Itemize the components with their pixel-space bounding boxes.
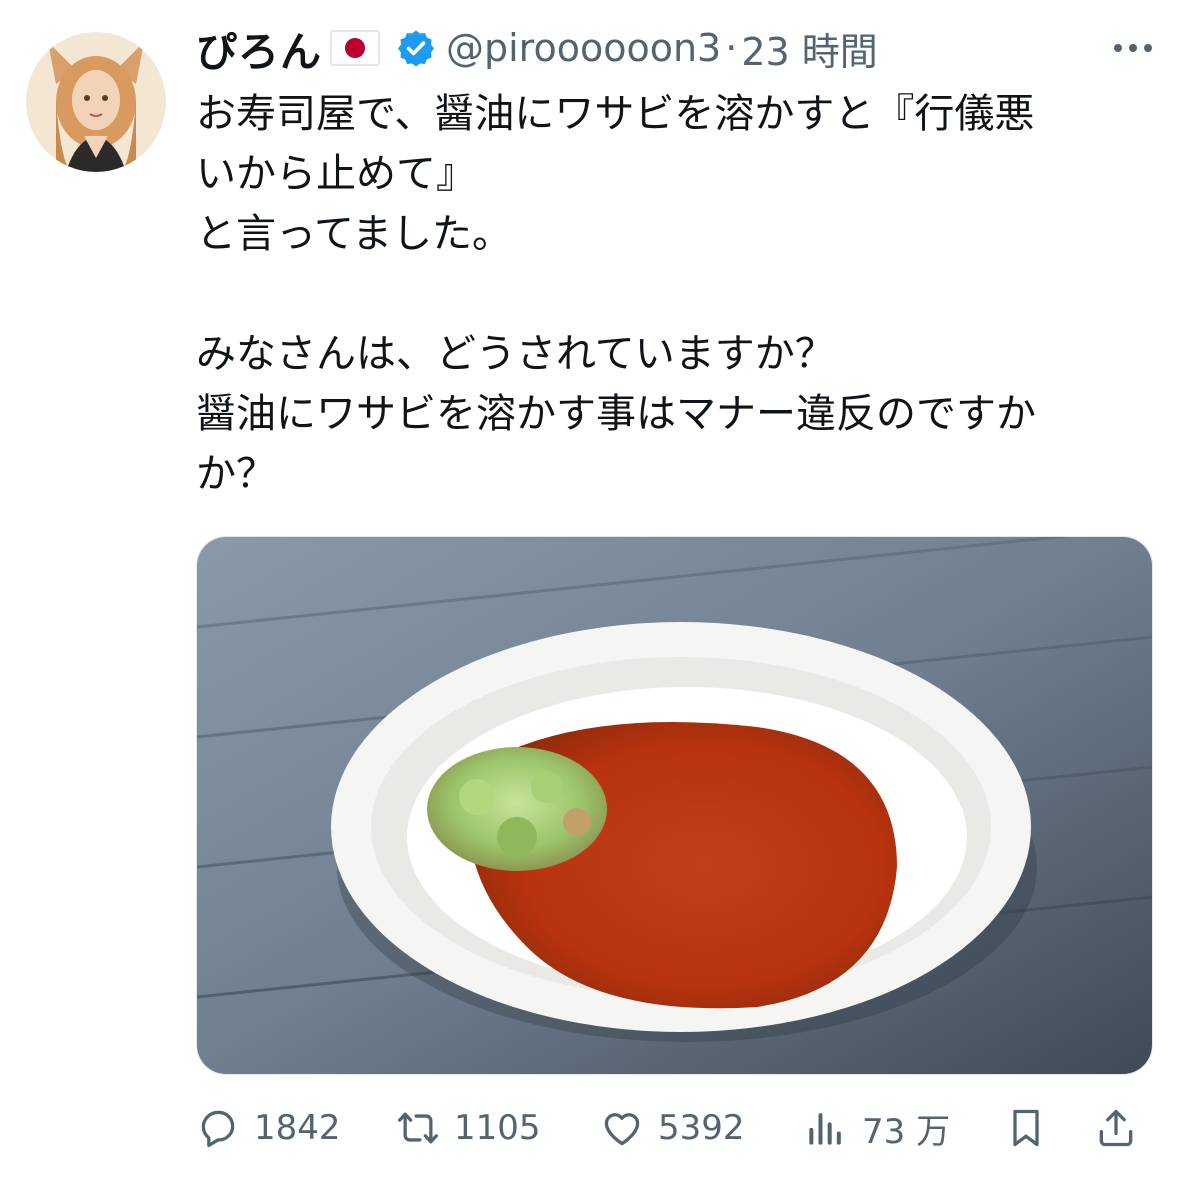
tweet-header: ぴろん @piroooooon3 · 23 時間 xyxy=(196,18,1156,78)
more-options-icon[interactable] xyxy=(1110,30,1156,66)
tweet-text-line: と言ってました。 xyxy=(196,211,512,257)
verified-badge-icon[interactable] xyxy=(396,28,436,68)
timestamp[interactable]: 23 時間 xyxy=(741,21,877,76)
tweet-text-line: いから止めて』 xyxy=(196,151,476,197)
separator-dot: · xyxy=(725,26,738,70)
display-name[interactable]: ぴろん xyxy=(196,18,322,78)
tweet-text-line: みなさんは、どうされていますか？ xyxy=(196,331,835,377)
like-button[interactable]: 5392 xyxy=(600,1098,745,1158)
tweet-text-line: お寿司屋で、醤油にワサビを溶かすと『行儀悪 xyxy=(196,91,1035,137)
bookmark-icon xyxy=(1004,1106,1048,1150)
heart-icon xyxy=(600,1106,644,1150)
user-handle[interactable]: @piroooooon3 xyxy=(446,26,721,70)
avatar[interactable] xyxy=(26,32,166,172)
analytics-icon xyxy=(804,1106,848,1150)
retweet-button[interactable]: 1105 xyxy=(396,1098,541,1158)
share-icon xyxy=(1094,1106,1138,1150)
tweet-photo[interactable] xyxy=(196,536,1153,1075)
tweet-text: お寿司屋で、醤油にワサビを溶かすと『行儀悪 いから止めて』 と言ってました。 み… xyxy=(196,84,1146,504)
share-button[interactable] xyxy=(1094,1098,1138,1158)
japan-flag-icon xyxy=(330,30,380,66)
tweet-actions: 1842 1105 5392 73 万 xyxy=(196,1098,1156,1158)
reply-count: 1842 xyxy=(254,1108,341,1148)
views-button[interactable]: 73 万 xyxy=(804,1098,950,1158)
tweet-text-line: 醤油にワサビを溶かす事はマナー違反のですか xyxy=(196,391,1036,437)
like-count: 5392 xyxy=(658,1108,745,1148)
reply-icon xyxy=(196,1106,240,1150)
retweet-icon xyxy=(396,1106,440,1150)
views-count: 73 万 xyxy=(862,1111,951,1152)
tweet-text-line: か？ xyxy=(196,451,276,497)
reply-button[interactable]: 1842 xyxy=(196,1098,341,1158)
retweet-count: 1105 xyxy=(454,1108,541,1148)
bookmark-button[interactable] xyxy=(1004,1098,1048,1158)
tweet-text-blank-line xyxy=(196,264,1146,324)
